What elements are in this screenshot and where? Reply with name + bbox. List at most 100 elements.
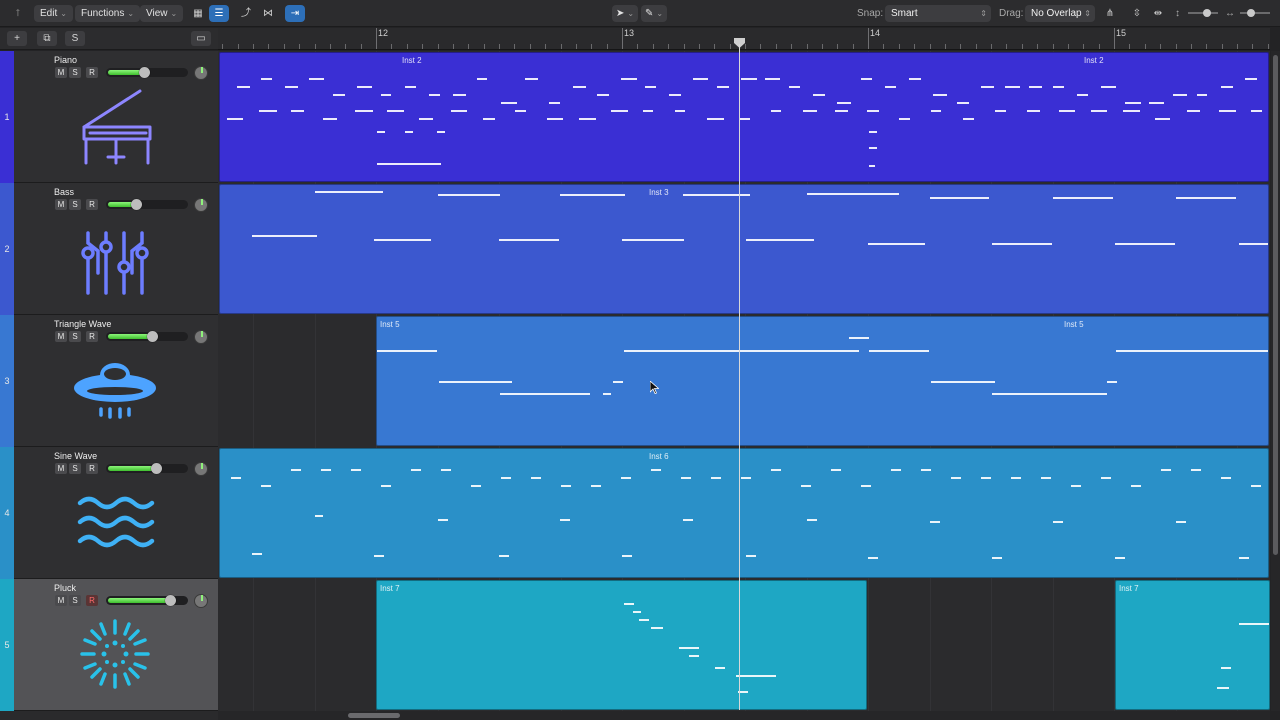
volume-knob[interactable] [146,331,158,342]
vertical-scrollbar[interactable] [1271,51,1280,711]
horizontal-zoom-slider[interactable] [1240,12,1270,14]
edit-menu[interactable]: Edit ⌄ [34,5,73,22]
midi-note [869,165,875,167]
volume-knob[interactable] [150,463,162,474]
vertical-zoom-knob[interactable] [1203,9,1211,17]
horizontal-fit-icon[interactable]: ⇹ [1148,5,1168,22]
volume-slider[interactable] [106,463,188,474]
horizontal-zoom-knob[interactable] [1247,9,1255,17]
volume-knob[interactable] [131,199,143,210]
record-enable-button[interactable]: R [86,67,98,78]
duplicate-track-button[interactable]: ⧉ [37,31,57,46]
track-name[interactable]: Piano [54,55,77,65]
track-lane[interactable]: Inst 6 [218,447,1270,579]
midi-region[interactable]: Inst 3 [219,184,1269,314]
track-lane[interactable]: Inst 5 Inst 5 [218,315,1270,447]
solo-button[interactable]: S [69,331,81,342]
vertical-scroll-thumb[interactable] [1273,55,1278,555]
record-enable-button[interactable]: R [86,331,98,342]
record-enable-button[interactable]: R [86,463,98,474]
secondary-tool-menu[interactable]: ✎ ⌄ [641,5,667,22]
track-name[interactable]: Sine Wave [54,451,97,461]
midi-note [1251,485,1261,487]
midi-note [381,94,392,96]
list-view-icon[interactable]: ☰ [209,5,229,22]
midi-note [1245,78,1258,80]
track-lane[interactable]: Inst 2 Inst 2 [218,51,1270,183]
mute-button[interactable]: M [55,199,67,210]
track-number[interactable]: 5 [0,579,14,711]
global-solo-button[interactable]: S [65,31,85,46]
midi-region[interactable]: Inst 7 [1115,580,1270,710]
view-menu[interactable]: View ⌄ [140,5,184,22]
horizontal-scrollbar[interactable] [218,711,1270,720]
pan-knob[interactable] [194,594,208,608]
volume-slider[interactable] [106,331,188,342]
record-enable-button[interactable]: R [86,199,98,210]
waves-icon[interactable] [70,477,160,567]
global-tracks-button[interactable]: ▭ [191,31,211,46]
track-name[interactable]: Bass [54,187,74,197]
volume-slider[interactable] [106,199,188,210]
track-number[interactable]: 3 [0,315,14,447]
playhead[interactable] [739,44,740,710]
midi-note [531,477,541,479]
flex-icon[interactable]: ⋈ [258,5,278,22]
synth-knobs-icon[interactable] [70,213,160,303]
track-header[interactable]: Sine Wave M S R [14,447,218,579]
track-header[interactable]: Pluck M S R [14,579,218,711]
pan-knob[interactable] [194,462,208,476]
solo-button[interactable]: S [69,463,81,474]
pan-knob[interactable] [194,66,208,80]
track-name[interactable]: Pluck [54,583,76,593]
waveform-zoom-icon[interactable]: ⋔ [1100,5,1120,22]
pan-knob[interactable] [194,330,208,344]
midi-note [499,239,559,241]
midi-note [622,239,684,241]
midi-region[interactable]: Inst 5 Inst 5 [376,316,1269,446]
midi-region[interactable]: Inst 2 Inst 2 [219,52,1269,182]
horizontal-scroll-thumb[interactable] [348,713,400,718]
drag-select[interactable]: No Overlap ⇕ [1025,5,1095,22]
ruler-tick [837,44,839,49]
track-header[interactable]: Triangle Wave M S R [14,315,218,447]
automation-icon[interactable]: ⤴ [236,5,256,22]
track-header[interactable]: Piano M S R [14,51,218,183]
track-number[interactable]: 4 [0,447,14,579]
ufo-icon[interactable] [70,345,160,435]
mute-button[interactable]: M [55,463,67,474]
add-track-button[interactable]: + [7,31,27,46]
pointer-tool-menu[interactable]: ➤ ⌄ [612,5,638,22]
volume-knob[interactable] [164,595,176,606]
ruler-tick [514,44,516,49]
arrange-area[interactable]: Inst 2 Inst 2 Inst 3 Inst 5 Inst 5 Inst 6 Inst… [218,51,1270,711]
sparkle-icon[interactable] [70,609,160,699]
pan-knob[interactable] [194,198,208,212]
functions-menu[interactable]: Functions ⌄ [75,5,141,22]
mute-button[interactable]: M [55,331,67,342]
track-lane[interactable]: Inst 7 Inst 7 [218,579,1270,711]
mute-button[interactable]: M [55,67,67,78]
piano-icon[interactable] [70,81,160,171]
solo-button[interactable]: S [69,67,81,78]
grid-view-icon[interactable]: ▦ [188,5,208,22]
midi-note [1053,521,1063,523]
volume-slider[interactable] [106,67,188,78]
mute-button[interactable]: M [55,595,67,606]
solo-button[interactable]: S [69,595,81,606]
track-number[interactable]: 2 [0,183,14,315]
track-name[interactable]: Triangle Wave [54,319,111,329]
track-lane[interactable]: Inst 3 [218,183,1270,315]
midi-region[interactable]: Inst 7 [376,580,867,710]
snap-select[interactable]: Smart ⇕ [885,5,991,22]
volume-slider[interactable] [106,595,188,606]
track-number[interactable]: 1 [0,51,14,183]
up-arrow-icon[interactable]: ⭡ [8,5,28,22]
vertical-fit-icon[interactable]: ⇳ [1127,5,1147,22]
record-enable-button[interactable]: R [86,595,98,606]
solo-button[interactable]: S [69,199,81,210]
midi-region[interactable]: Inst 6 [219,448,1269,578]
volume-knob[interactable] [139,67,151,78]
track-header[interactable]: Bass M S R [14,183,218,315]
catch-playhead-icon[interactable]: ⇥ [285,5,305,22]
